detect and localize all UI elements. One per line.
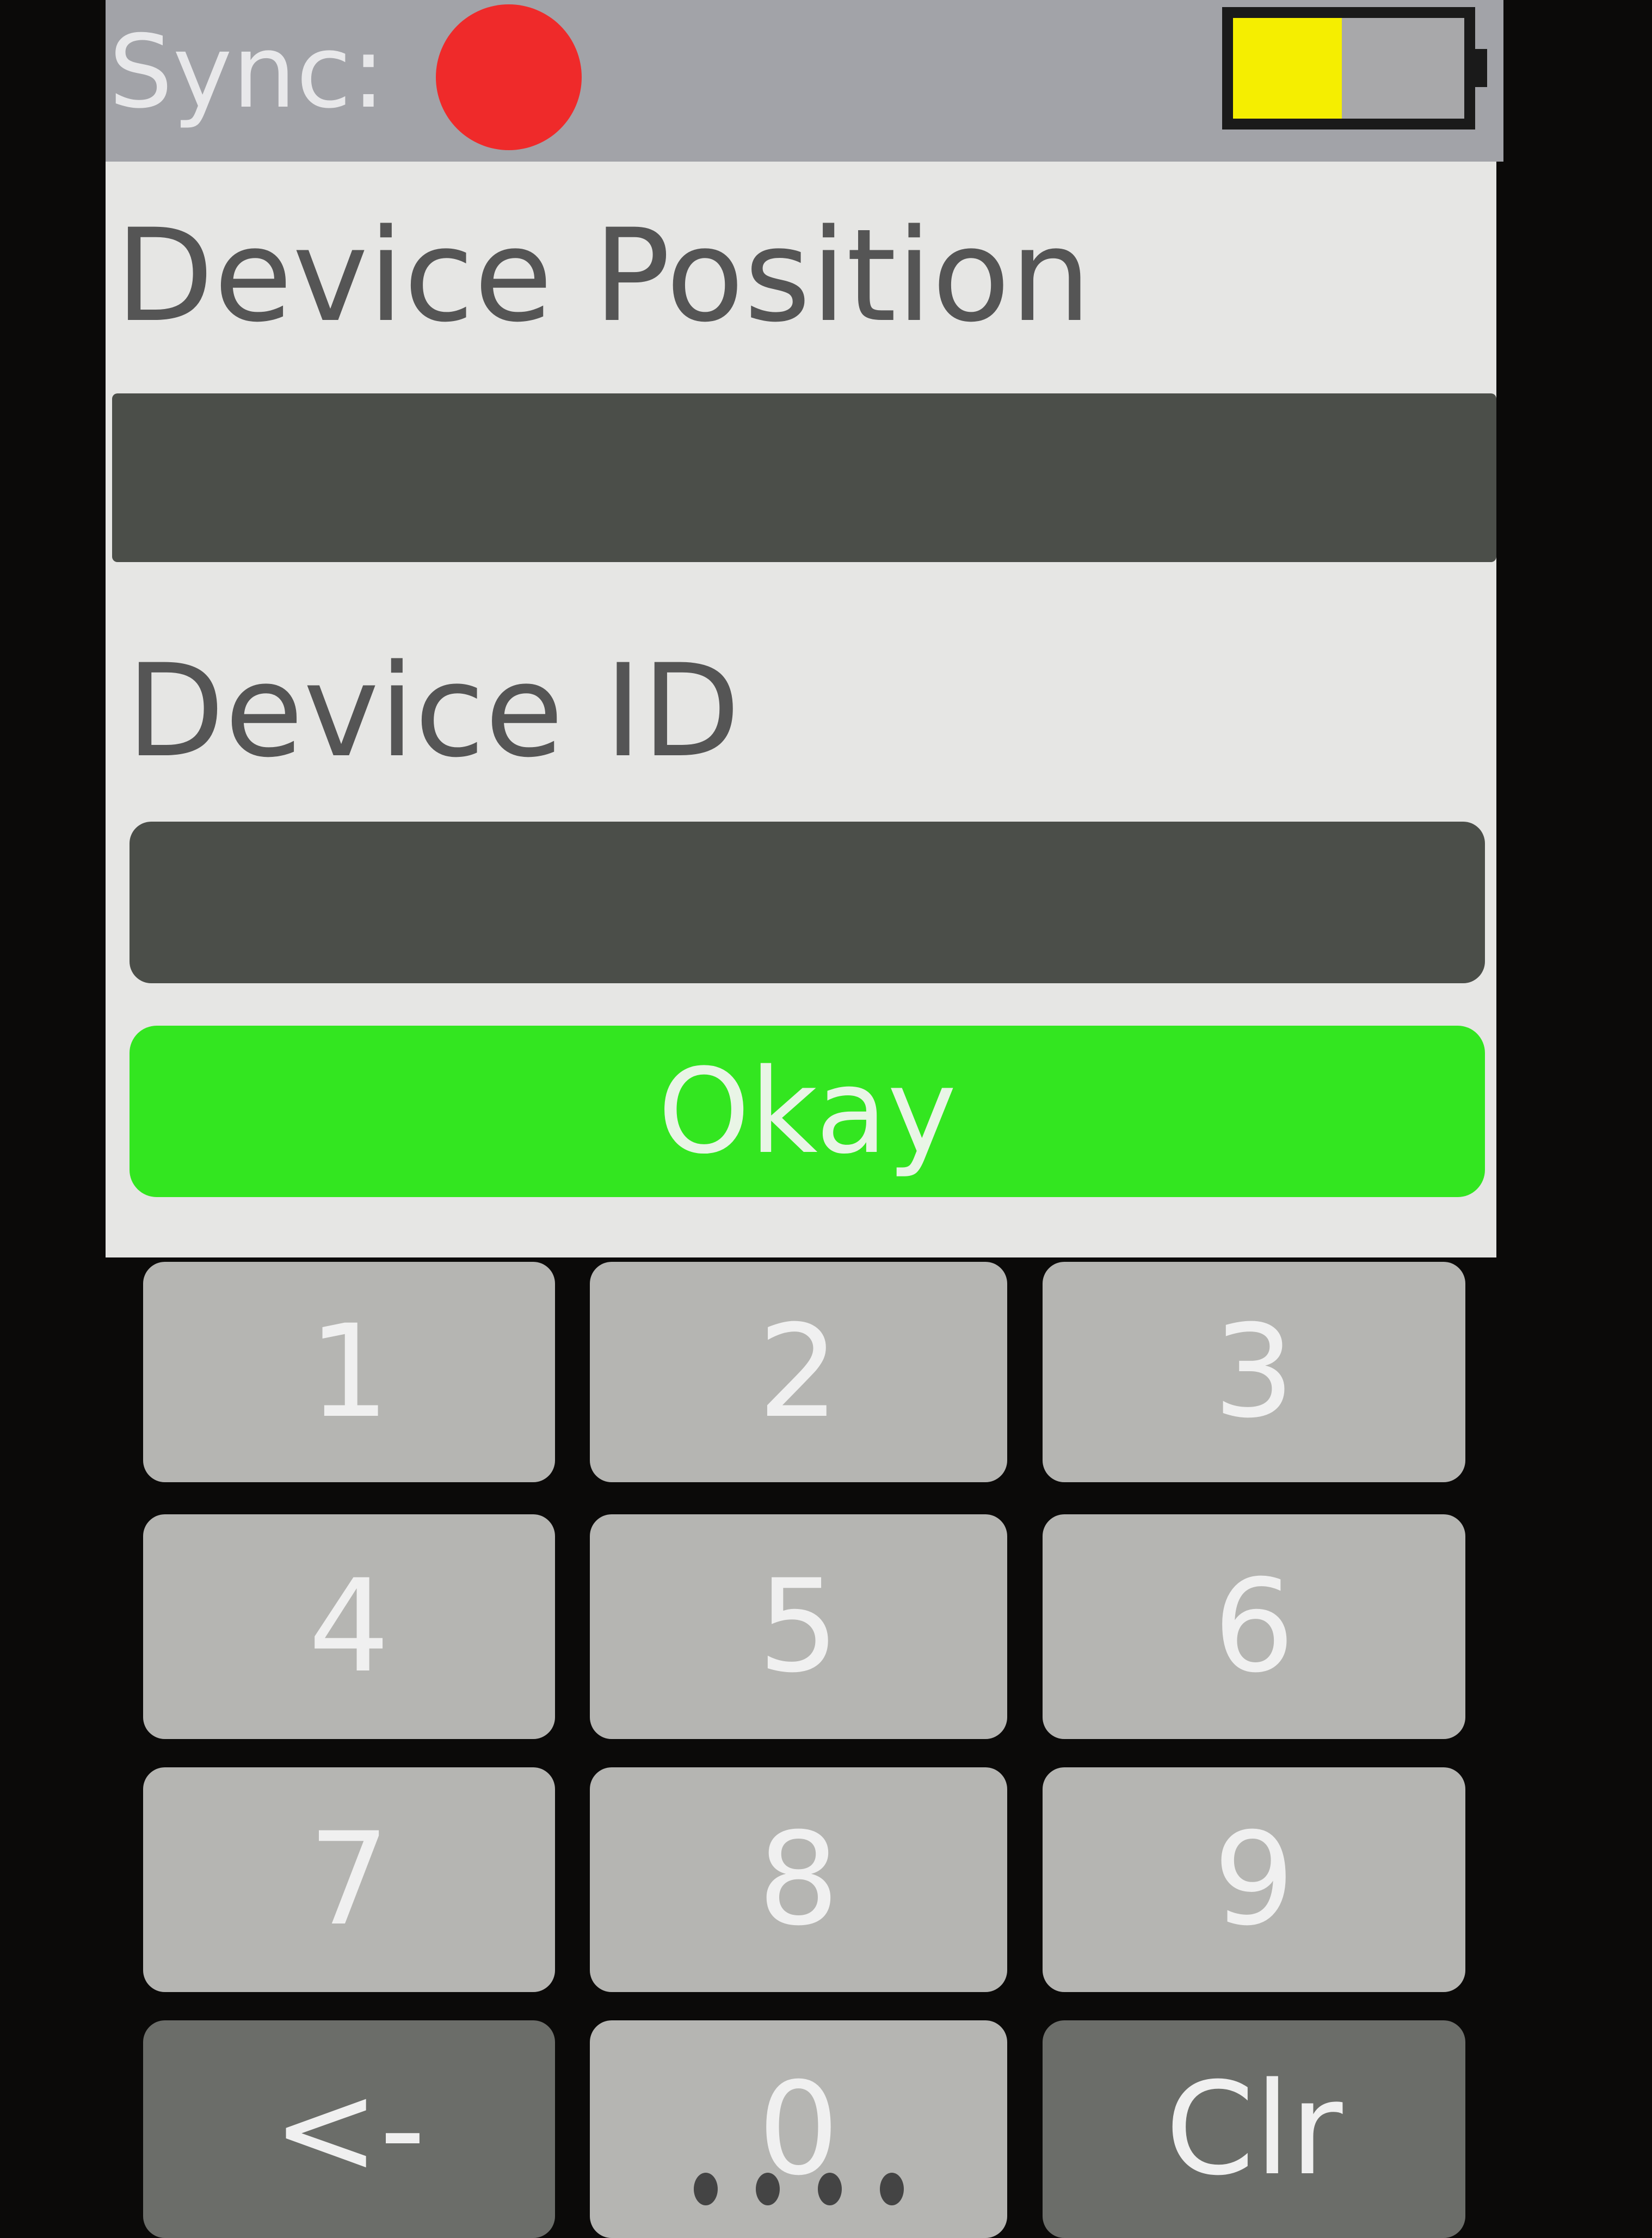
key-4[interactable]: 4: [143, 1514, 555, 1739]
key-label: 3: [1213, 1298, 1295, 1446]
key-label: <-: [272, 2055, 426, 2204]
key-6[interactable]: 6: [1043, 1514, 1465, 1739]
key-label: 8: [757, 1805, 840, 1954]
okay-button[interactable]: Okay: [130, 1026, 1485, 1197]
key-label: 5: [757, 1552, 840, 1701]
key-label: 2: [757, 1298, 840, 1446]
battery-terminal: [1475, 49, 1487, 87]
sync-status-indicator-icon: [436, 4, 582, 150]
key-label: Clr: [1165, 2055, 1343, 2204]
loading-dots-icon: [693, 2173, 904, 2205]
key-8[interactable]: 8: [590, 1767, 1007, 1992]
key-0[interactable]: 0: [590, 2020, 1007, 2238]
battery-icon: [1222, 7, 1475, 130]
key-label: 4: [308, 1552, 390, 1701]
clear-key[interactable]: Clr: [1043, 2020, 1465, 2238]
key-5[interactable]: 5: [590, 1514, 1007, 1739]
key-label: 9: [1213, 1805, 1295, 1954]
key-2[interactable]: 2: [590, 1262, 1007, 1482]
key-1[interactable]: 1: [143, 1262, 555, 1482]
key-3[interactable]: 3: [1043, 1262, 1465, 1482]
sync-label: Sync:: [109, 13, 386, 131]
backspace-key[interactable]: <-: [143, 2020, 555, 2238]
key-7[interactable]: 7: [143, 1767, 555, 1992]
key-9[interactable]: 9: [1043, 1767, 1465, 1992]
key-label: 7: [308, 1805, 390, 1954]
key-label: 1: [308, 1298, 390, 1446]
device-position-input[interactable]: [112, 393, 1496, 562]
device-position-label: Device Position: [115, 202, 1092, 350]
battery-level-fill: [1233, 18, 1342, 119]
key-label: 6: [1213, 1552, 1295, 1701]
device-id-input[interactable]: [130, 822, 1485, 983]
device-id-label: Device ID: [126, 637, 741, 786]
